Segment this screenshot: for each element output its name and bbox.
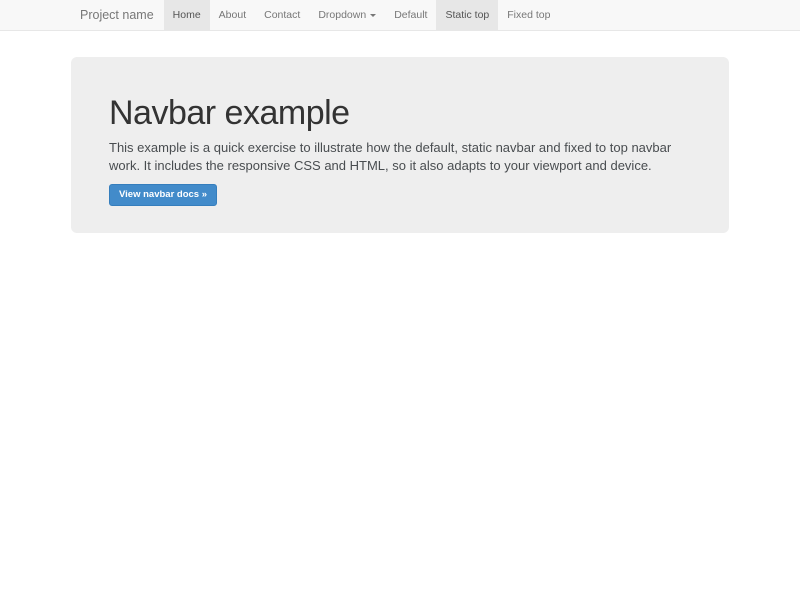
nav-link-default[interactable]: Default [385, 0, 436, 30]
navbar-container: Project name Home About Contact Dropdown… [70, 0, 730, 30]
jumbotron-description: This example is a quick exercise to illu… [109, 139, 693, 175]
page-content: Navbar example This example is a quick e… [0, 57, 800, 233]
nav-item-dropdown: Dropdown [309, 0, 385, 30]
navbar-brand[interactable]: Project name [70, 0, 164, 30]
nav-link-home[interactable]: Home [164, 0, 210, 30]
top-navbar: Project name Home About Contact Dropdown… [0, 0, 800, 31]
view-navbar-docs-button[interactable]: View navbar docs » [109, 184, 217, 206]
nav-link-static-top[interactable]: Static top [436, 0, 498, 30]
nav-item-fixed-top: Fixed top [498, 0, 559, 30]
nav-item-home: Home [164, 0, 210, 30]
nav-item-static-top: Static top [436, 0, 498, 30]
nav-item-about: About [210, 0, 255, 30]
navbar-left-nav: Home About Contact Dropdown [164, 0, 386, 30]
nav-link-fixed-top[interactable]: Fixed top [498, 0, 559, 30]
jumbotron: Navbar example This example is a quick e… [71, 57, 729, 233]
nav-link-about[interactable]: About [210, 0, 255, 30]
nav-item-contact: Contact [255, 0, 309, 30]
caret-down-icon [370, 14, 376, 17]
nav-item-default: Default [385, 0, 436, 30]
nav-link-contact[interactable]: Contact [255, 0, 309, 30]
dropdown-label: Dropdown [318, 9, 366, 21]
page-title: Navbar example [109, 95, 691, 132]
nav-link-dropdown[interactable]: Dropdown [309, 0, 385, 30]
navbar-right-nav: Default Static top Fixed top [385, 0, 559, 30]
